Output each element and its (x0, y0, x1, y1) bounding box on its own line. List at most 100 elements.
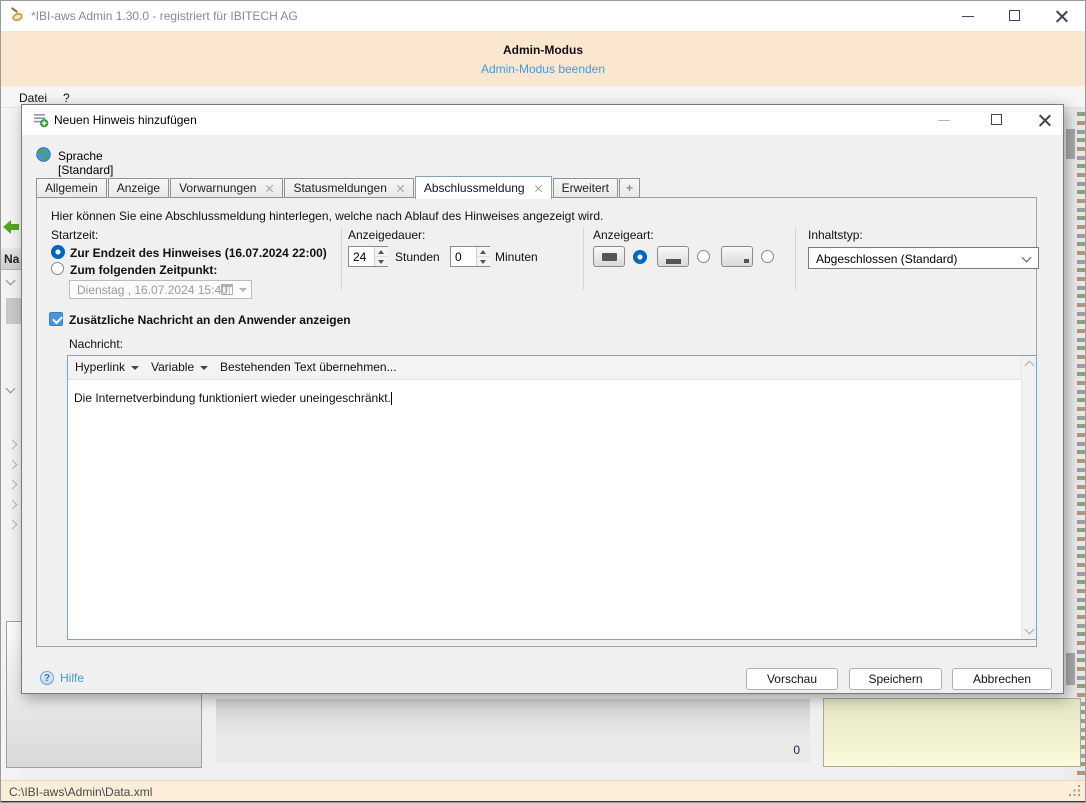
nachricht-label: Nachricht: (69, 337, 123, 351)
editor-scrollbar[interactable] (1021, 356, 1036, 639)
chevron-down-icon (6, 384, 16, 394)
tab-label: Statusmeldungen (293, 181, 386, 195)
note-preview-panel (823, 698, 1081, 767)
speichern-button[interactable]: Speichern (849, 668, 942, 690)
app-window: *IBI-aws Admin 1.30.0 - registriert für … (0, 0, 1086, 803)
spin-up-button[interactable] (375, 247, 388, 257)
message-textarea[interactable]: Die Internetverbindung funktioniert wied… (68, 381, 1021, 639)
message-editor[interactable]: Hyperlink Variable Bestehenden Text über… (67, 355, 1037, 640)
anzeigedauer-label: Anzeigedauer: (348, 228, 425, 242)
radio-display-mode-center[interactable] (633, 250, 647, 264)
back-arrow-icon (3, 220, 19, 234)
close-tab-icon[interactable] (534, 184, 543, 193)
radio-endzeit[interactable] (51, 245, 65, 259)
inhaltstyp-label: Inhaltstyp: (808, 228, 863, 242)
radio-display-mode-corner[interactable] (761, 250, 774, 263)
spin-down-button[interactable] (477, 257, 490, 267)
startzeit-label: Startzeit: (51, 228, 98, 242)
chevron-down-icon (6, 276, 16, 286)
window-titlebar: *IBI-aws Admin 1.30.0 - registriert für … (1, 1, 1085, 31)
scrollbar-fragment (1064, 108, 1077, 780)
tab-label: Erweitert (562, 181, 609, 195)
window-title: *IBI-aws Admin 1.30.0 - registriert für … (31, 9, 298, 23)
datetime-picker: Dienstag , 16.07.2024 15:40 (69, 280, 252, 299)
vorschau-button[interactable]: Vorschau (746, 668, 838, 690)
close-icon (1056, 10, 1068, 22)
globe-icon (36, 147, 51, 162)
zusatz-nachricht-checkbox[interactable] (49, 312, 63, 326)
chevron-right-icon (8, 500, 18, 510)
data-file-path: C:\IBI-aws\Admin\Data.xml (9, 785, 152, 799)
close-tab-icon[interactable] (265, 184, 274, 193)
language-label: Sprache [Standard] (58, 149, 113, 177)
tab-add-button[interactable]: + (619, 178, 640, 198)
window-close-button[interactable] (1045, 1, 1079, 31)
take-existing-text-button[interactable]: Bestehenden Text übernehmen... (220, 360, 397, 374)
dialog-minimize-button (927, 105, 961, 135)
help-label: Hilfe (60, 671, 84, 685)
anzeigeart-label: Anzeigeart: (593, 228, 654, 242)
hours-unit-label: Stunden (395, 250, 440, 264)
chevron-right-icon (8, 460, 18, 470)
help-link[interactable]: ? Hilfe (40, 671, 84, 685)
hyperlink-label: Hyperlink (75, 360, 125, 374)
maximize-icon (991, 114, 1002, 125)
radio-endzeit-label[interactable]: Zur Endzeit des Hinweises (16.07.2024 22… (70, 246, 327, 260)
hours-stepper[interactable]: 24 (348, 246, 388, 267)
tab-label: Vorwarnungen (179, 181, 256, 195)
help-icon: ? (40, 671, 54, 685)
admin-mode-banner: Admin-Modus Admin-Modus beenden (1, 31, 1085, 86)
close-tab-icon[interactable] (396, 184, 405, 193)
zusatz-nachricht-label[interactable]: Zusätzliche Nachricht an den Anwender an… (69, 313, 351, 327)
plus-icon: + (626, 181, 633, 195)
tab-abschlussmeldung[interactable]: Abschlussmeldung (415, 176, 552, 199)
chevron-right-icon (8, 480, 18, 490)
tree-column-header: Na (1, 248, 21, 270)
tab-label: Anzeige (117, 181, 160, 195)
dialog-title: Neuen Hinweis hinzufügen (54, 113, 197, 127)
display-mode-center-icon (593, 246, 625, 267)
chevron-right-icon (8, 520, 18, 530)
window-maximize-button[interactable] (998, 1, 1032, 31)
tab-anzeige[interactable]: Anzeige (108, 178, 169, 198)
abbrechen-button[interactable]: Abbrechen (952, 668, 1052, 690)
spin-up-button[interactable] (477, 247, 490, 257)
tab-erweitert[interactable]: Erweitert (553, 178, 618, 198)
hours-value: 24 (353, 250, 366, 264)
dialog-close-button[interactable] (1028, 105, 1062, 135)
tab-label: Allgemein (45, 181, 98, 195)
dropdown-arrow-icon (200, 366, 208, 370)
counter-value: 0 (216, 739, 810, 763)
window-minimize-button[interactable] (951, 1, 985, 31)
bottom-middle-panel: 0 (213, 695, 813, 765)
minutes-stepper[interactable]: 0 (450, 246, 490, 267)
add-notice-dialog: Neuen Hinweis hinzufügen Sprache [Standa… (21, 104, 1064, 694)
spin-down-button[interactable] (375, 257, 388, 267)
text-caret (391, 392, 392, 405)
minutes-unit-label: Minuten (495, 250, 538, 264)
admin-mode-exit-link[interactable]: Admin-Modus beenden (1, 62, 1085, 76)
icon-list-fragment (1077, 108, 1086, 780)
datetime-value: Dienstag , 16.07.2024 15:40 (77, 283, 228, 297)
inhaltstyp-select[interactable]: Abgeschlossen (Standard) (808, 247, 1039, 269)
minimize-icon (938, 120, 950, 121)
hyperlink-menu-button[interactable]: Hyperlink (75, 360, 139, 374)
section-divider (795, 228, 796, 290)
tab-content-panel: Hier können Sie eine Abschlussmeldung hi… (36, 197, 1037, 647)
dialog-maximize-button[interactable] (980, 105, 1014, 135)
variable-menu-button[interactable]: Variable (151, 360, 208, 374)
scroll-up-icon[interactable] (1022, 356, 1037, 371)
app-icon (10, 7, 27, 24)
tab-vorwarnungen[interactable]: Vorwarnungen (170, 178, 283, 198)
tab-statusmeldungen[interactable]: Statusmeldungen (284, 178, 413, 198)
scroll-down-icon[interactable] (1022, 624, 1037, 639)
resize-grip[interactable] (1069, 785, 1081, 797)
radio-zeitpunkt-label[interactable]: Zum folgenden Zeitpunkt: (70, 263, 217, 277)
minutes-value: 0 (455, 250, 462, 264)
tab-allgemein[interactable]: Allgemein (36, 178, 107, 198)
tab-label: Abschlussmeldung (424, 181, 525, 195)
radio-zeitpunkt[interactable] (51, 262, 64, 275)
inhaltstyp-selected-value: Abgeschlossen (Standard) (816, 252, 957, 266)
radio-display-mode-banner[interactable] (697, 250, 710, 263)
tab-bar: Allgemein Anzeige Vorwarnungen Statusmel… (36, 175, 641, 198)
